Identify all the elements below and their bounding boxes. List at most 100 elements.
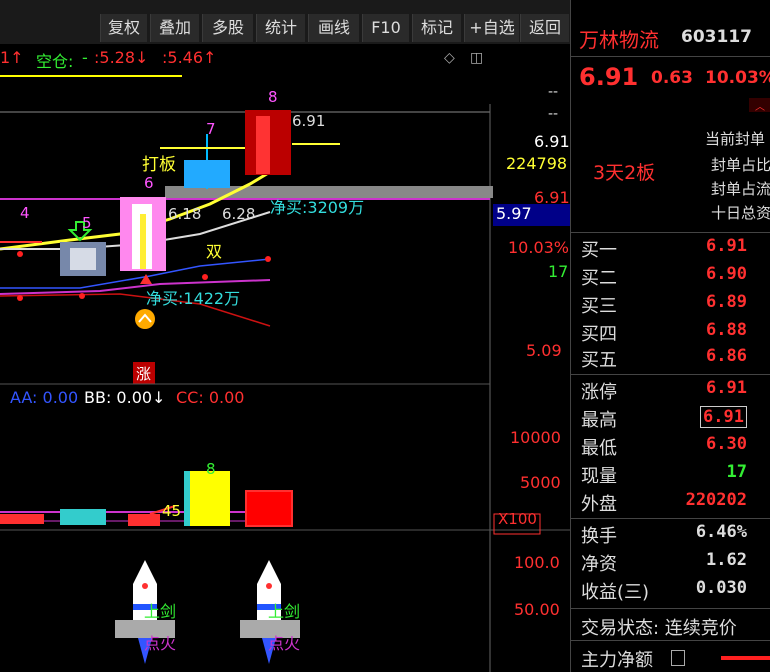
stock-code: 603117 bbox=[681, 27, 752, 47]
bid-value: 6.91 bbox=[706, 236, 747, 256]
price-change-pct: 10.03% bbox=[705, 68, 770, 88]
quote-value: 6.91 bbox=[700, 406, 747, 428]
toolbar-button-biaoji[interactable]: 标记 bbox=[412, 14, 461, 42]
high-price-label: 6.91 bbox=[292, 112, 326, 130]
bid-value: 6.89 bbox=[706, 292, 747, 312]
rocket-label-1: 上剑 bbox=[144, 602, 177, 621]
indicator-aa: AA: 0.00 bbox=[10, 388, 79, 407]
price-axis-4: 6.91 bbox=[534, 188, 570, 207]
kline-chart[interactable] bbox=[0, 44, 570, 672]
limit-line-1: 当前封单 bbox=[705, 130, 766, 148]
limit-up-label: 涨 bbox=[136, 365, 152, 383]
daban-label: 打板 bbox=[142, 155, 176, 175]
rocket-label-3: 上剑 bbox=[268, 602, 301, 621]
flow-detail-icon[interactable] bbox=[671, 650, 685, 666]
quote-label: 涨停 bbox=[581, 382, 617, 403]
bar-label-8: 8 bbox=[268, 88, 278, 106]
indicator-sep: - bbox=[82, 48, 88, 67]
net-buy-label-2: 净买:1422万 bbox=[146, 289, 241, 308]
volume-bar-5 bbox=[245, 490, 293, 527]
fund-label: 净资 bbox=[581, 554, 617, 575]
rocket-label-2: 点火 bbox=[144, 634, 177, 653]
bar-label-7: 7 bbox=[206, 120, 216, 138]
fund-value: 1.62 bbox=[706, 550, 747, 570]
magenta-line bbox=[0, 198, 490, 200]
bid-row-1: 买一 6.91 bbox=[571, 236, 770, 264]
toolbar: 复权 叠加 多股 统计 画线 F10 标记 +自选 返回 bbox=[0, 0, 570, 44]
bar-label-4: 4 bbox=[20, 204, 30, 222]
indicator-v2: :5.46↑ bbox=[162, 48, 217, 67]
panel-toggle-icon[interactable]: ◫ bbox=[470, 50, 483, 66]
collapse-icon[interactable]: ︿ bbox=[749, 98, 770, 113]
double-label: 双 bbox=[206, 242, 223, 261]
rocket-label-4: 点火 bbox=[268, 634, 301, 653]
bid-row-2: 买二 6.90 bbox=[571, 264, 770, 292]
price-axis-1: -- bbox=[548, 84, 559, 100]
up-badge-icon bbox=[135, 309, 155, 329]
bid-label: 买四 bbox=[581, 324, 617, 345]
rocket-axis-1: 100.0 bbox=[514, 553, 560, 572]
limit-line-2: 封单占比 bbox=[711, 156, 770, 174]
volume-multiplier: X100 bbox=[498, 510, 537, 528]
price-axis-3: 6.91 bbox=[534, 132, 570, 151]
fund-value: 6.46% bbox=[695, 522, 747, 542]
volume-bar-3 bbox=[128, 514, 160, 526]
main-flow-label: 主力净额 bbox=[581, 650, 653, 671]
quote-panel: 万林物流 603117 6.91 0.63 10.03% ︿ 3天2板 当前封单… bbox=[570, 0, 770, 672]
volume-label-8: 8 bbox=[206, 460, 216, 478]
indicator-bb: BB: 0.00↓ bbox=[84, 388, 166, 407]
price-axis-2: -- bbox=[548, 106, 559, 122]
fund-row-turnover: 换手 6.46% bbox=[571, 522, 770, 550]
current-price: 6.91 bbox=[579, 63, 639, 91]
quote-row-high: 最高 6.91 bbox=[571, 406, 770, 434]
toolbar-button-back[interactable]: 返回 bbox=[520, 14, 569, 42]
toolbar-button-huaxian[interactable]: 画线 bbox=[308, 14, 359, 42]
bid-row-4: 买四 6.88 bbox=[571, 320, 770, 348]
toolbar-button-fuquan[interactable]: 复权 bbox=[100, 14, 147, 42]
quote-row-low: 最低 6.30 bbox=[571, 434, 770, 462]
fund-label: 收益(三) bbox=[581, 582, 650, 603]
limit-line-3: 封单占流 bbox=[711, 180, 770, 198]
bid-value: 6.86 bbox=[706, 346, 747, 366]
quote-value: 6.30 bbox=[706, 434, 747, 454]
quote-value: 6.91 bbox=[706, 378, 747, 398]
bid-row-5: 买五 6.86 bbox=[571, 346, 770, 374]
trade-status: 交易状态: 连续竞价 bbox=[581, 618, 737, 639]
bid-label: 买五 bbox=[581, 350, 617, 371]
toolbar-button-f10[interactable]: F10 bbox=[362, 14, 409, 42]
toolbar-button-diejia[interactable]: 叠加 bbox=[150, 14, 199, 42]
quote-value: 17 bbox=[726, 462, 747, 482]
diamond-icon[interactable]: ◇ bbox=[444, 50, 455, 66]
bid-value: 6.88 bbox=[706, 320, 747, 340]
quote-label: 最高 bbox=[581, 410, 617, 431]
bid-row-3: 买三 6.89 bbox=[571, 292, 770, 320]
volume-label-45: 45 bbox=[162, 502, 182, 520]
limit-line-4: 十日总资 bbox=[711, 204, 770, 222]
fund-row-nav: 净资 1.62 bbox=[571, 550, 770, 578]
price-axis-pct: 10.03% bbox=[508, 238, 570, 257]
toolbar-button-tongji[interactable]: 统计 bbox=[256, 14, 305, 42]
fund-value: 0.030 bbox=[695, 578, 747, 598]
quote-row-limit: 涨停 6.91 bbox=[571, 378, 770, 406]
volume-bar-2 bbox=[60, 509, 106, 525]
bid-label: 买三 bbox=[581, 296, 617, 317]
volume-axis-2: 5000 bbox=[520, 473, 561, 492]
range-high-label: 6.28 bbox=[222, 205, 256, 223]
quote-label: 现量 bbox=[581, 466, 617, 487]
bid-value: 6.90 bbox=[706, 264, 747, 284]
volume-bar-1 bbox=[0, 514, 44, 524]
toolbar-button-duogu[interactable]: 多股 bbox=[202, 14, 253, 42]
rocket-axis-2: 50.00 bbox=[514, 600, 560, 619]
price-axis-cursor: 5.97 bbox=[496, 204, 532, 223]
net-buy-label-1: 净买:3209万 bbox=[270, 198, 365, 217]
bid-label: 买二 bbox=[581, 268, 617, 289]
price-axis-vol: 17 bbox=[548, 262, 569, 281]
indicator-cc: CC: 0.00 bbox=[176, 388, 245, 407]
fund-label: 换手 bbox=[581, 526, 617, 547]
quote-row-volume: 现量 17 bbox=[571, 462, 770, 490]
candle-7 bbox=[184, 160, 230, 188]
board-tag: 3天2板 bbox=[593, 162, 656, 184]
toolbar-button-zixuan[interactable]: +自选 bbox=[464, 14, 519, 42]
bar-label-6: 6 bbox=[144, 174, 154, 192]
indicator-prefix: 1↑ bbox=[0, 48, 24, 67]
